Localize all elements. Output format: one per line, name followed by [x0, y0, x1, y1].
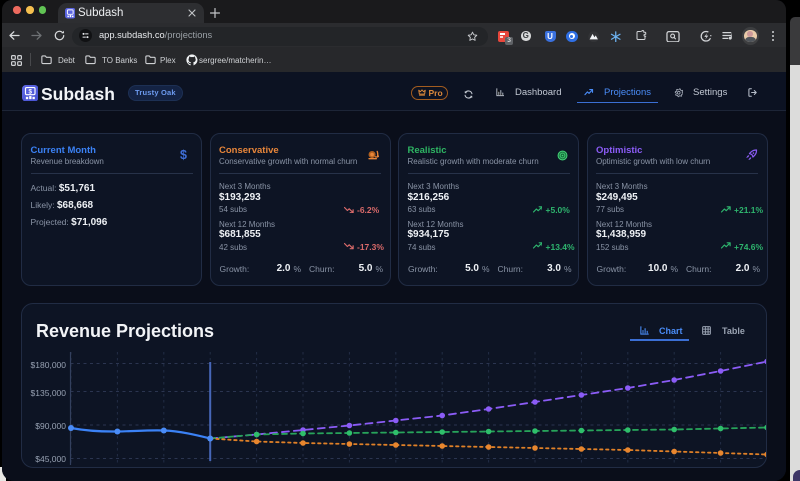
svg-text:$: $	[28, 88, 32, 95]
